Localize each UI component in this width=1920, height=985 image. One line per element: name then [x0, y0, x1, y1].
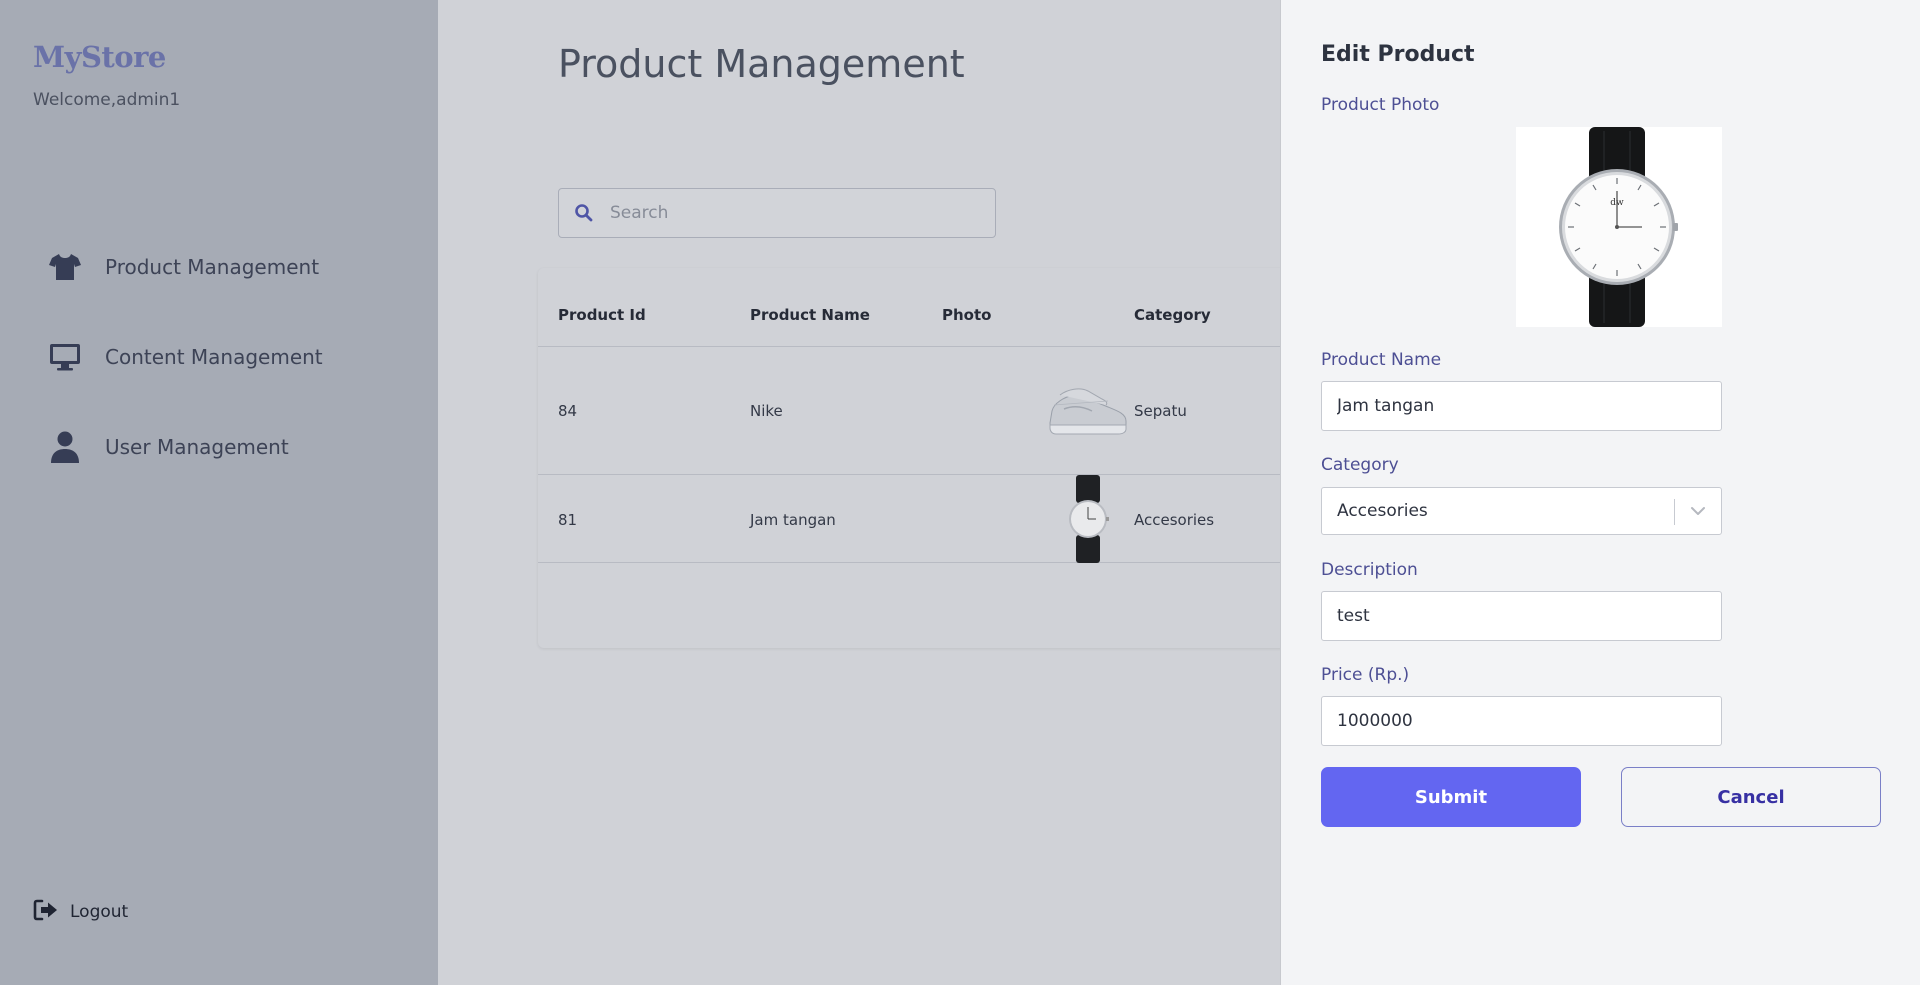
edit-product-panel: Edit Product Product Photo Product Name …: [1280, 0, 1920, 985]
page-title: Product Management: [558, 42, 965, 86]
select-separator: [1674, 499, 1675, 525]
logout-icon: [33, 898, 59, 926]
category-select[interactable]: Accesories: [1321, 487, 1722, 535]
user-icon: [48, 430, 82, 464]
sidebar-item-user-management[interactable]: User Management: [48, 430, 289, 464]
product-photo[interactable]: dw: [1516, 127, 1722, 327]
search-input[interactable]: [610, 203, 970, 223]
sneaker-image: [1046, 381, 1130, 443]
brand-logo: MyStore: [33, 40, 166, 74]
sidebar-item-label: User Management: [105, 435, 289, 459]
table-header: Product Id Product Name Photo Category: [538, 268, 1298, 347]
logout-button[interactable]: Logout: [33, 898, 128, 926]
product-name-cell: Jam tangan: [750, 511, 836, 529]
category-select-value: Accesories: [1337, 501, 1428, 521]
shirt-icon: [48, 250, 82, 284]
sidebar-item-product-management[interactable]: Product Management: [48, 250, 319, 284]
welcome-text: Welcome,admin1: [33, 90, 181, 110]
product-id-cell: 84: [558, 402, 578, 420]
column-header: Category: [1134, 306, 1211, 324]
product-name-input[interactable]: [1321, 381, 1722, 431]
description-label: Description: [1321, 560, 1418, 580]
product-photo-label: Product Photo: [1321, 95, 1440, 115]
sidebar: MyStore Welcome,admin1 Product Managemen…: [0, 0, 438, 985]
chevron-down-icon[interactable]: [1688, 501, 1708, 521]
product-name-cell: Nike: [750, 402, 783, 420]
search-icon: [574, 203, 594, 223]
search-box[interactable]: [558, 188, 996, 238]
table-row[interactable]: 81 Jam tangan Accesories: [538, 475, 1298, 563]
products-table: Product Id Product Name Photo Category 8…: [538, 268, 1298, 648]
column-header: Product Name: [750, 306, 870, 324]
panel-title: Edit Product: [1321, 42, 1475, 67]
monitor-icon: [48, 340, 82, 374]
category-cell: Accesories: [1134, 511, 1215, 529]
sidebar-item-label: Content Management: [105, 345, 323, 369]
watch-image: [1060, 475, 1116, 567]
price-input[interactable]: [1321, 696, 1722, 746]
product-id-cell: 81: [558, 511, 578, 529]
sidebar-item-content-management[interactable]: Content Management: [48, 340, 323, 374]
logout-label: Logout: [70, 902, 129, 922]
main-content: Product Management Product Id Product Na…: [438, 0, 1298, 985]
table-row[interactable]: 84 Nike Sepatu: [538, 347, 1298, 475]
cancel-button[interactable]: Cancel: [1621, 767, 1881, 827]
column-header: Product Id: [558, 306, 646, 324]
description-input[interactable]: [1321, 591, 1722, 641]
submit-button[interactable]: Submit: [1321, 767, 1581, 827]
category-label: Category: [1321, 455, 1399, 475]
product-name-label: Product Name: [1321, 350, 1442, 370]
column-header: Photo: [942, 306, 992, 324]
category-cell: Sepatu: [1134, 402, 1187, 420]
price-label: Price (Rp.): [1321, 665, 1410, 685]
sidebar-item-label: Product Management: [105, 255, 320, 279]
